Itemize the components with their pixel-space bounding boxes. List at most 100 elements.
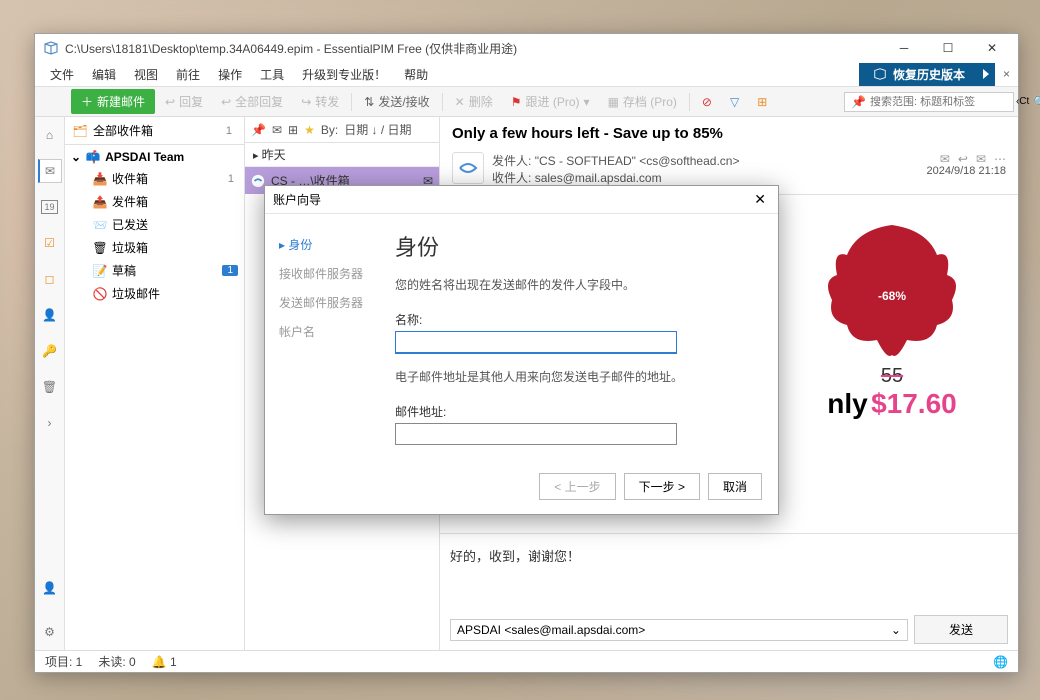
old-price: 55 xyxy=(881,365,903,387)
email-label: 邮件地址: xyxy=(395,403,754,420)
nav-notes-icon[interactable]: ◻ xyxy=(38,267,62,291)
search-icon[interactable]: 🔍 xyxy=(1033,95,1040,109)
menu-help[interactable]: 帮助 xyxy=(395,63,437,86)
nav-settings-icon[interactable]: ⚙ xyxy=(38,620,62,644)
leaf-graphic: -68% xyxy=(807,215,977,365)
columns-button[interactable]: ⊞ xyxy=(749,92,775,112)
folder-inbox[interactable]: 📥收件箱1 xyxy=(65,167,244,190)
nav-trash-icon[interactable]: 🗑 xyxy=(38,375,62,399)
followup-button[interactable]: ⚑跟进 (Pro)▾ xyxy=(503,90,598,113)
wiz-nav-incoming[interactable]: 接收邮件服务器 xyxy=(279,259,395,288)
new-mail-button[interactable]: ＋ 新建邮件 xyxy=(71,89,155,114)
archive-icon: ▦ xyxy=(608,95,619,109)
junk-icon: 🚫 xyxy=(93,287,107,301)
menu-go[interactable]: 前往 xyxy=(167,63,209,86)
stack-icon: 🗂 xyxy=(73,124,87,138)
draft-icon: 📝 xyxy=(93,264,107,278)
wiz-nav-account[interactable]: 帐户名 xyxy=(279,317,395,346)
nav-tasks-icon[interactable]: ☑ xyxy=(38,231,62,255)
email-input[interactable] xyxy=(395,423,677,445)
mailbox-icon: 📫 xyxy=(86,150,100,164)
block-icon: ⊘ xyxy=(702,95,712,109)
nav-contacts-icon[interactable]: 👤 xyxy=(38,303,62,327)
name-input[interactable] xyxy=(395,331,677,354)
chevron-down-icon: ▾ xyxy=(584,95,590,109)
globe-icon[interactable]: 🌐 xyxy=(993,655,1008,669)
maximize-button[interactable]: ☐ xyxy=(926,35,970,61)
name-label: 名称: xyxy=(395,311,754,328)
restore-history-button[interactable]: 恢复历史版本 xyxy=(859,63,995,86)
status-notif: 🔔 1 xyxy=(152,655,177,669)
menu-upgrade[interactable]: 升级到专业版！ xyxy=(293,63,395,86)
status-items: 项目: 1 xyxy=(45,653,82,670)
sent-icon: 📨 xyxy=(93,218,107,232)
sync-icon: ⇅ xyxy=(364,95,374,109)
send-receive-button[interactable]: ⇅发送/接收 xyxy=(356,90,437,113)
reply-all-icon: ↩ xyxy=(221,95,231,109)
menu-view[interactable]: 视图 xyxy=(125,63,167,86)
folder-drafts[interactable]: 📝草稿1 xyxy=(65,259,244,282)
by-label: By: xyxy=(321,123,338,137)
menu-edit[interactable]: 编辑 xyxy=(83,63,125,86)
reply-button[interactable]: ↩回复 xyxy=(157,90,211,113)
delete-button[interactable]: ✕删除 xyxy=(447,90,501,113)
search-input[interactable] xyxy=(870,96,1012,108)
block-button[interactable]: ⊘ xyxy=(694,92,720,112)
menu-actions[interactable]: 操作 xyxy=(209,63,251,86)
new-mail-label: 新建邮件 xyxy=(97,93,145,110)
folder-trash[interactable]: 🗑垃圾箱 xyxy=(65,236,244,259)
trash-icon: 🗑 xyxy=(93,241,107,255)
toolbar: ＋ 新建邮件 ↩回复 ↩全部回复 ↪转发 ⇅发送/接收 ✕删除 ⚑跟进 (Pro… xyxy=(35,87,1018,117)
nav-calendar-icon[interactable]: 19 xyxy=(38,195,62,219)
archive-button[interactable]: ▦存档 (Pro) xyxy=(600,90,685,113)
prev-button[interactable]: < 上一步 xyxy=(539,473,615,500)
preview-to: sales@mail.apsdai.com xyxy=(535,171,662,185)
close-button[interactable]: ✕ xyxy=(970,35,1014,61)
restore-close-icon[interactable]: × xyxy=(995,64,1018,84)
chevron-down-icon: ⌄ xyxy=(71,150,81,164)
wiz-nav-outgoing[interactable]: 发送邮件服务器 xyxy=(279,288,395,317)
forward-button[interactable]: ↪转发 xyxy=(293,90,347,113)
cancel-button[interactable]: 取消 xyxy=(708,473,762,500)
menu-file[interactable]: 文件 xyxy=(41,63,83,86)
svg-text:-68%: -68% xyxy=(878,289,906,303)
statusbar: 项目: 1 未读: 0 🔔 1 🌐 xyxy=(35,650,1018,672)
msglist-header: 📌 ✉ ⊞ ★ By: 日期 ↓ / 日期 xyxy=(245,117,439,143)
minimize-button[interactable]: ─ xyxy=(882,35,926,61)
folder-outbox[interactable]: 📤发件箱 xyxy=(65,190,244,213)
menu-tools[interactable]: 工具 xyxy=(251,63,293,86)
reply-icon: ↩ xyxy=(165,95,175,109)
grid-icon[interactable]: ⊞ xyxy=(288,123,298,137)
search-scope-icon[interactable]: ‹Ct xyxy=(1016,96,1029,107)
flag-icon: ⚑ xyxy=(511,95,522,109)
all-inboxes[interactable]: 🗂 全部收件箱 1 xyxy=(65,117,244,145)
envelope-icon[interactable]: ✉ xyxy=(272,123,282,137)
folder-sent[interactable]: 📨已发送 xyxy=(65,213,244,236)
wizard-close-icon[interactable]: ✕ xyxy=(750,191,770,208)
preview-subject: Only a few hours left - Save up to 85% xyxy=(440,117,1018,150)
nav-home-icon[interactable]: ⌂ xyxy=(38,123,62,147)
folder-junk[interactable]: 🚫垃圾邮件 xyxy=(65,282,244,305)
nav-mail-icon[interactable]: ✉ xyxy=(38,159,62,183)
next-button[interactable]: 下一步 > xyxy=(624,473,700,500)
avatar-icon xyxy=(251,174,265,188)
nav-passwords-icon[interactable]: 🔑 xyxy=(38,339,62,363)
filter-button[interactable]: ▽ xyxy=(722,92,747,112)
sort-label[interactable]: 日期 ↓ / 日期 xyxy=(344,121,411,138)
search-box[interactable]: 📌 ‹Ct 🔍 xyxy=(844,92,1014,112)
send-button[interactable]: 发送 xyxy=(914,615,1008,644)
pin-icon[interactable]: 📌 xyxy=(251,123,266,137)
msg-section[interactable]: ▸ 昨天 xyxy=(245,143,439,167)
nav-collapse-icon[interactable]: › xyxy=(38,411,62,435)
reply-all-button[interactable]: ↩全部回复 xyxy=(213,90,291,113)
wiz-nav-identity[interactable]: 身份 xyxy=(279,230,395,259)
nav-user-icon[interactable]: 👤 xyxy=(38,576,62,600)
titlebar: C:\Users\18181\Desktop\temp.34A06449.epi… xyxy=(35,34,1018,62)
star-icon[interactable]: ★ xyxy=(304,123,315,137)
reply-text[interactable]: 好的，收到，谢谢您！ xyxy=(450,540,1008,615)
preview-date: 2024/9/18 21:18 xyxy=(926,165,1006,177)
account-root[interactable]: ⌄ 📫 APSDAI Team xyxy=(65,147,244,167)
wizard-desc1: 您的姓名将出现在发送邮件的发件人字段中。 xyxy=(395,276,754,293)
status-unread: 未读: 0 xyxy=(98,653,135,670)
from-select[interactable]: APSDAI <sales@mail.apsdai.com> ⌄ xyxy=(450,619,908,641)
